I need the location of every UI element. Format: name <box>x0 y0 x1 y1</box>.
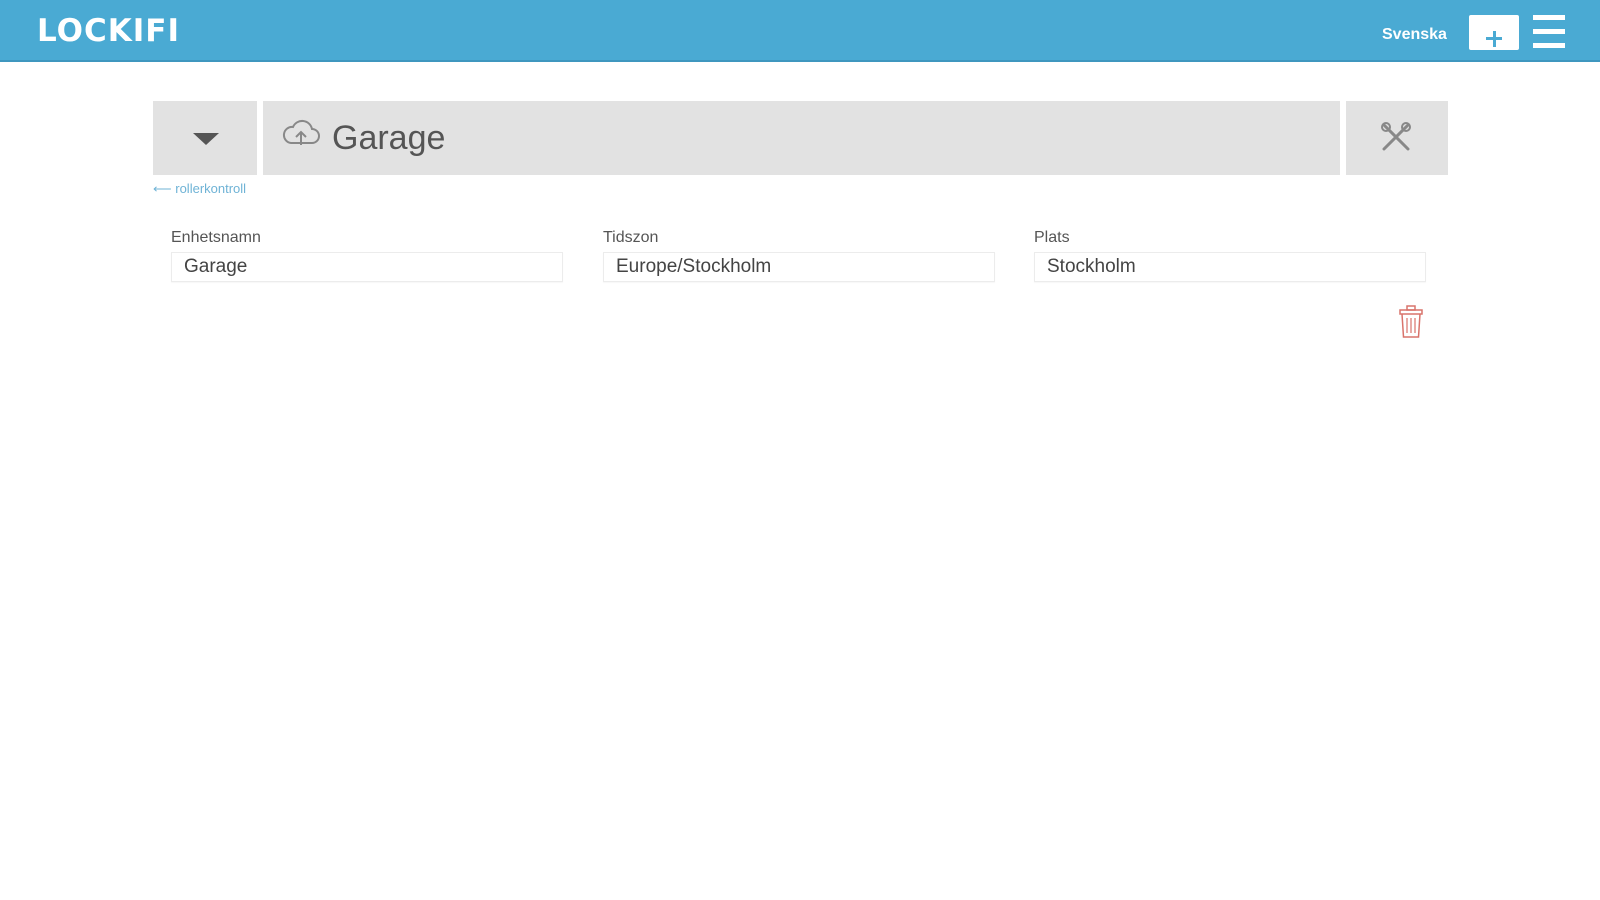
top-navigation-bar: LOCKIFI Svenska <box>0 0 1600 62</box>
collapse-toggle-button[interactable] <box>153 101 257 175</box>
add-device-button[interactable] <box>1469 15 1519 50</box>
location-input[interactable] <box>1034 252 1426 282</box>
device-title: Garage <box>332 119 446 157</box>
app-logo[interactable]: LOCKIFI <box>37 13 180 49</box>
timezone-label: Tidszon <box>603 229 659 246</box>
language-selector[interactable]: Svenska <box>1382 26 1447 44</box>
hamburger-menu-icon-line <box>1533 29 1565 34</box>
hamburger-menu-icon-line <box>1533 43 1565 48</box>
tools-icon <box>1381 122 1411 151</box>
hamburger-menu-icon <box>1533 15 1565 20</box>
device-name-input[interactable] <box>171 252 563 282</box>
device-name-label: Enhetsnamn <box>171 229 261 246</box>
device-settings-button[interactable] <box>1346 101 1448 175</box>
caret-down-icon <box>193 133 219 145</box>
timezone-input[interactable] <box>603 252 995 282</box>
plus-icon-vertical <box>1492 30 1496 47</box>
cloud-upload-icon <box>282 119 320 145</box>
location-label: Plats <box>1034 229 1070 246</box>
hamburger-menu-button[interactable] <box>1533 15 1565 49</box>
back-link[interactable]: ⟵ rollerkontroll <box>153 181 246 197</box>
trash-icon[interactable] <box>1398 304 1424 340</box>
device-header: Garage <box>263 101 1340 175</box>
